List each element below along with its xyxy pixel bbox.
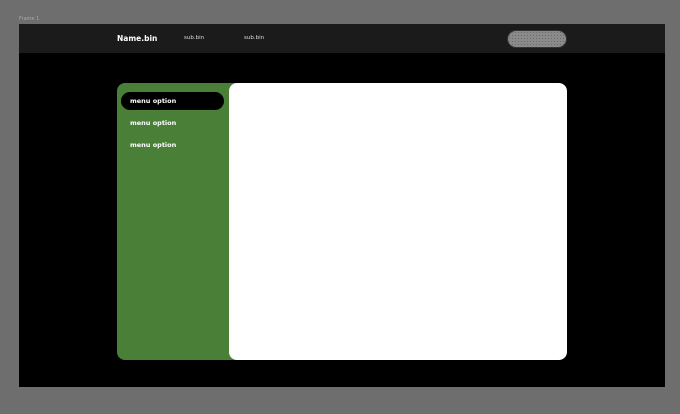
brand-logo[interactable]: Name.bin <box>117 34 157 43</box>
app-frame: Name.bin sub.bin sub.bin menu option men… <box>19 24 665 387</box>
main-panel: menu option menu option menu option <box>117 83 567 360</box>
top-bar: Name.bin sub.bin sub.bin <box>19 24 665 53</box>
frame-label: Frame 1 <box>19 16 40 22</box>
sidebar-item-menu-option-3[interactable]: menu option <box>121 136 224 154</box>
content-area <box>229 83 567 360</box>
nav-link-sub-bin-1[interactable]: sub.bin <box>184 35 204 41</box>
header-action-button[interactable] <box>507 30 567 48</box>
sidebar-item-menu-option-2[interactable]: menu option <box>121 114 224 132</box>
sidebar-item-menu-option-1[interactable]: menu option <box>121 92 224 110</box>
nav-link-sub-bin-2[interactable]: sub.bin <box>244 35 264 41</box>
